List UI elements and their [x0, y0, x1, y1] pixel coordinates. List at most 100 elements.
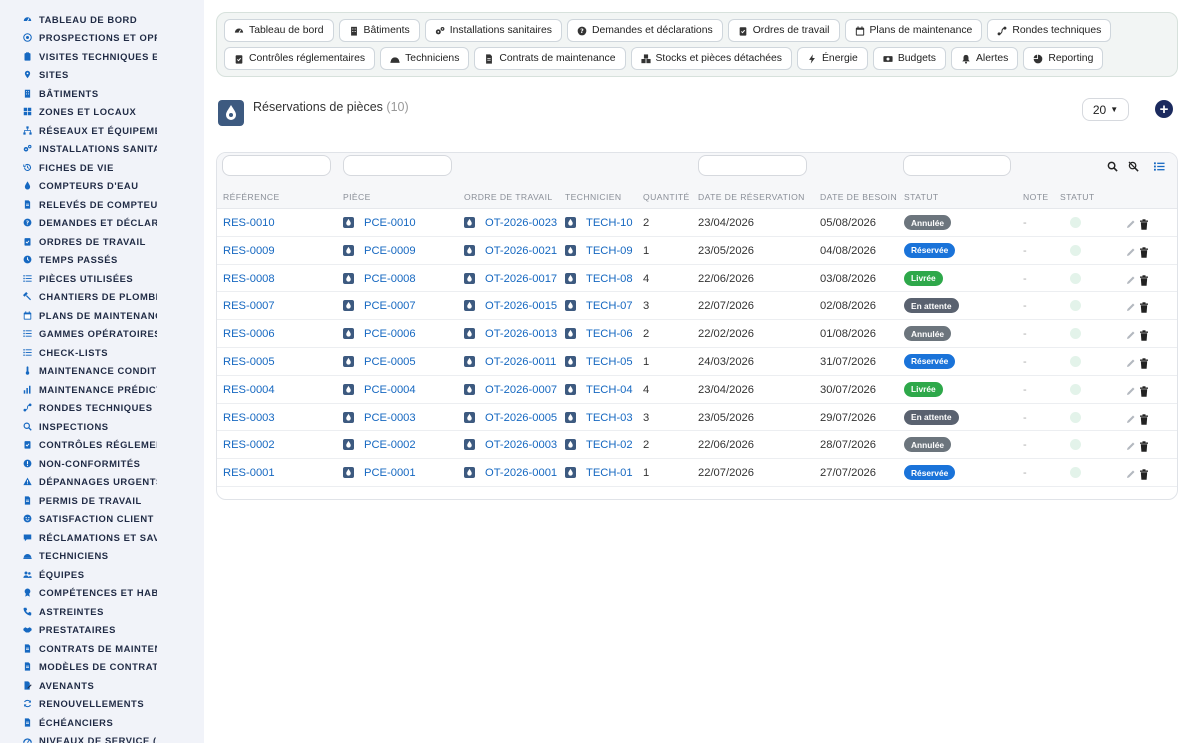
- ordre-link[interactable]: OT-2026-0011: [485, 356, 556, 368]
- sidebar-item-13[interactable]: TEMPS PASSÉS: [0, 251, 204, 270]
- sidebar-item-18[interactable]: CHECK-LISTS: [0, 343, 204, 362]
- table-row[interactable]: RES-0005 PCE-0005 OT-2026-0011 TECH-05 1 24/0…: [217, 348, 1177, 376]
- technicien-link[interactable]: TECH-06: [586, 328, 633, 340]
- sidebar-item-16[interactable]: PLANS DE MAINTENANCE: [0, 306, 204, 325]
- piece-link[interactable]: PCE-0005: [364, 356, 416, 368]
- sidebar-item-19[interactable]: MAINTENANCE CONDITIONNELLE: [0, 362, 204, 381]
- ordre-link[interactable]: OT-2026-0021: [485, 245, 557, 257]
- sidebar-item-32[interactable]: ASTREINTES: [0, 602, 204, 621]
- reference-link[interactable]: RES-0006: [223, 328, 275, 340]
- table-row[interactable]: RES-0001 PCE-0001 OT-2026-0001 TECH-01 1 22/0…: [217, 459, 1177, 487]
- piece-link[interactable]: PCE-0009: [364, 245, 416, 257]
- col-piece[interactable]: PIÈCE: [343, 192, 371, 202]
- delete-icon[interactable]: [1139, 217, 1149, 230]
- sidebar-item-10[interactable]: RELEVÉS DE COMPTEURS: [0, 195, 204, 214]
- table-row[interactable]: RES-0009 PCE-0009 OT-2026-0021 TECH-09 1 23/0…: [217, 237, 1177, 265]
- ordre-link[interactable]: OT-2026-0017: [485, 273, 557, 285]
- sidebar-item-15[interactable]: CHANTIERS DE PLOMBERIE: [0, 288, 204, 307]
- nav-chip-row2-6[interactable]: Alertes: [950, 47, 1019, 70]
- sidebar-item-38[interactable]: ÉCHÉANCIERS: [0, 713, 204, 732]
- reference-link[interactable]: RES-0010: [223, 217, 275, 229]
- sidebar-item-2[interactable]: VISITES TECHNIQUES ET AUDITS: [0, 47, 204, 66]
- nav-chip-row1-6[interactable]: Rondes techniques: [987, 19, 1112, 42]
- col-date-reservation[interactable]: DATE DE RÉSERVATION: [698, 192, 805, 202]
- technicien-link[interactable]: TECH-01: [586, 467, 633, 479]
- technicien-link[interactable]: TECH-07: [586, 300, 633, 312]
- nav-chip-row1-4[interactable]: Ordres de travail: [727, 19, 840, 42]
- sidebar-item-0[interactable]: TABLEAU DE BORD: [0, 10, 204, 29]
- ordre-link[interactable]: OT-2026-0007: [485, 384, 557, 396]
- sidebar-item-33[interactable]: PRESTATAIRES: [0, 621, 204, 640]
- reference-link[interactable]: RES-0003: [223, 412, 275, 424]
- piece-link[interactable]: PCE-0008: [364, 273, 416, 285]
- reference-link[interactable]: RES-0005: [223, 356, 275, 368]
- nav-chip-row1-3[interactable]: ? Demandes et déclarations: [566, 19, 723, 42]
- nav-chip-row2-4[interactable]: Énergie: [797, 47, 868, 70]
- nav-chip-row2-1[interactable]: Techniciens: [380, 47, 470, 70]
- piece-link[interactable]: PCE-0010: [364, 217, 416, 229]
- technicien-link[interactable]: TECH-02: [586, 439, 633, 451]
- sidebar-item-23[interactable]: CONTRÔLES RÉGLEMENTAIRES: [0, 436, 204, 455]
- sidebar-item-24[interactable]: NON-CONFORMITÉS: [0, 454, 204, 473]
- col-statut[interactable]: STATUT: [904, 192, 939, 202]
- table-row[interactable]: RES-0008 PCE-0008 OT-2026-0017 TECH-08 4 22/0…: [217, 265, 1177, 293]
- sidebar-item-35[interactable]: MODÈLES DE CONTRATS: [0, 658, 204, 677]
- piece-link[interactable]: PCE-0001: [364, 467, 416, 479]
- sidebar-item-34[interactable]: CONTRATS DE MAINTENANCE: [0, 639, 204, 658]
- delete-icon[interactable]: [1139, 439, 1149, 453]
- sidebar-item-30[interactable]: ÉQUIPES: [0, 565, 204, 584]
- reference-link[interactable]: RES-0002: [223, 439, 275, 451]
- sidebar-item-4[interactable]: BÂTIMENTS: [0, 84, 204, 103]
- sidebar-item-21[interactable]: RONDES TECHNIQUES: [0, 399, 204, 418]
- delete-icon[interactable]: [1139, 384, 1149, 397]
- nav-chip-row1-5[interactable]: Plans de maintenance: [844, 19, 983, 42]
- col-technicien[interactable]: TECHNICIEN: [565, 192, 622, 202]
- page-size-select[interactable]: 20 ▼: [1082, 98, 1129, 121]
- technicien-link[interactable]: TECH-10: [586, 217, 633, 229]
- technicien-link[interactable]: TECH-09: [586, 245, 633, 257]
- edit-icon[interactable]: [1126, 217, 1136, 228]
- ordre-link[interactable]: OT-2026-0013: [485, 328, 557, 340]
- ordre-link[interactable]: OT-2026-0023: [485, 217, 557, 229]
- sidebar-item-26[interactable]: PERMIS DE TRAVAIL: [0, 491, 204, 510]
- nav-chip-row1-0[interactable]: Tableau de bord: [224, 19, 334, 42]
- list-view-icon[interactable]: [1154, 159, 1165, 171]
- table-row[interactable]: RES-0010 PCE-0010 OT-2026-0023 TECH-10 2 23/0…: [217, 209, 1177, 237]
- table-row[interactable]: RES-0003 PCE-0003 OT-2026-0005 TECH-03 3 23/0…: [217, 404, 1177, 432]
- delete-icon[interactable]: [1139, 273, 1149, 286]
- col-date-besoin[interactable]: DATE DE BESOIN: [820, 192, 897, 202]
- sidebar-item-29[interactable]: TECHNICIENS: [0, 547, 204, 566]
- delete-icon[interactable]: [1139, 300, 1149, 314]
- sidebar-item-17[interactable]: GAMMES OPÉRATOIRES: [0, 325, 204, 344]
- sidebar-item-37[interactable]: RENOUVELLEMENTS: [0, 695, 204, 714]
- nav-chip-row1-2[interactable]: Installations sanitaires: [424, 19, 562, 42]
- piece-link[interactable]: PCE-0004: [364, 384, 416, 396]
- nav-chip-row2-0[interactable]: Contrôles réglementaires: [224, 47, 376, 70]
- filter-reference-input[interactable]: [222, 155, 331, 176]
- sidebar-item-25[interactable]: DÉPANNAGES URGENTS: [0, 473, 204, 492]
- table-row[interactable]: RES-0004 PCE-0004 OT-2026-0007 TECH-04 4 23/0…: [217, 376, 1177, 404]
- delete-icon[interactable]: [1139, 412, 1149, 425]
- delete-icon[interactable]: [1139, 245, 1149, 258]
- edit-icon[interactable]: [1126, 273, 1136, 284]
- reference-link[interactable]: RES-0009: [223, 245, 275, 257]
- sidebar-item-14[interactable]: PIÈCES UTILISÉES: [0, 269, 204, 288]
- ordre-link[interactable]: OT-2026-0003: [485, 439, 557, 451]
- table-row[interactable]: RES-0002 PCE-0002 OT-2026-0003 TECH-02 2 22/0…: [217, 431, 1177, 460]
- sidebar-item-8[interactable]: FICHES DE VIE: [0, 158, 204, 177]
- nav-chip-row2-3[interactable]: Stocks et pièces détachées: [630, 47, 792, 70]
- nav-chip-row2-5[interactable]: Budgets: [872, 47, 946, 70]
- edit-icon[interactable]: [1126, 300, 1136, 312]
- ordre-link[interactable]: OT-2026-0005: [485, 412, 557, 424]
- ordre-link[interactable]: OT-2026-0015: [485, 300, 557, 312]
- filter-date-reservation-input[interactable]: [698, 155, 807, 176]
- add-button[interactable]: +: [1155, 100, 1173, 118]
- sidebar-item-36[interactable]: AVENANTS: [0, 676, 204, 695]
- edit-icon[interactable]: [1126, 412, 1136, 423]
- reference-link[interactable]: RES-0001: [223, 467, 275, 479]
- sidebar-item-39[interactable]: NIVEAUX DE SERVICE (SLA): [0, 732, 204, 743]
- sidebar-item-22[interactable]: INSPECTIONS: [0, 417, 204, 436]
- col-ordre-travail[interactable]: ORDRE DE TRAVAIL: [464, 192, 553, 202]
- piece-link[interactable]: PCE-0002: [364, 439, 416, 451]
- sidebar-item-9[interactable]: COMPTEURS D'EAU: [0, 177, 204, 196]
